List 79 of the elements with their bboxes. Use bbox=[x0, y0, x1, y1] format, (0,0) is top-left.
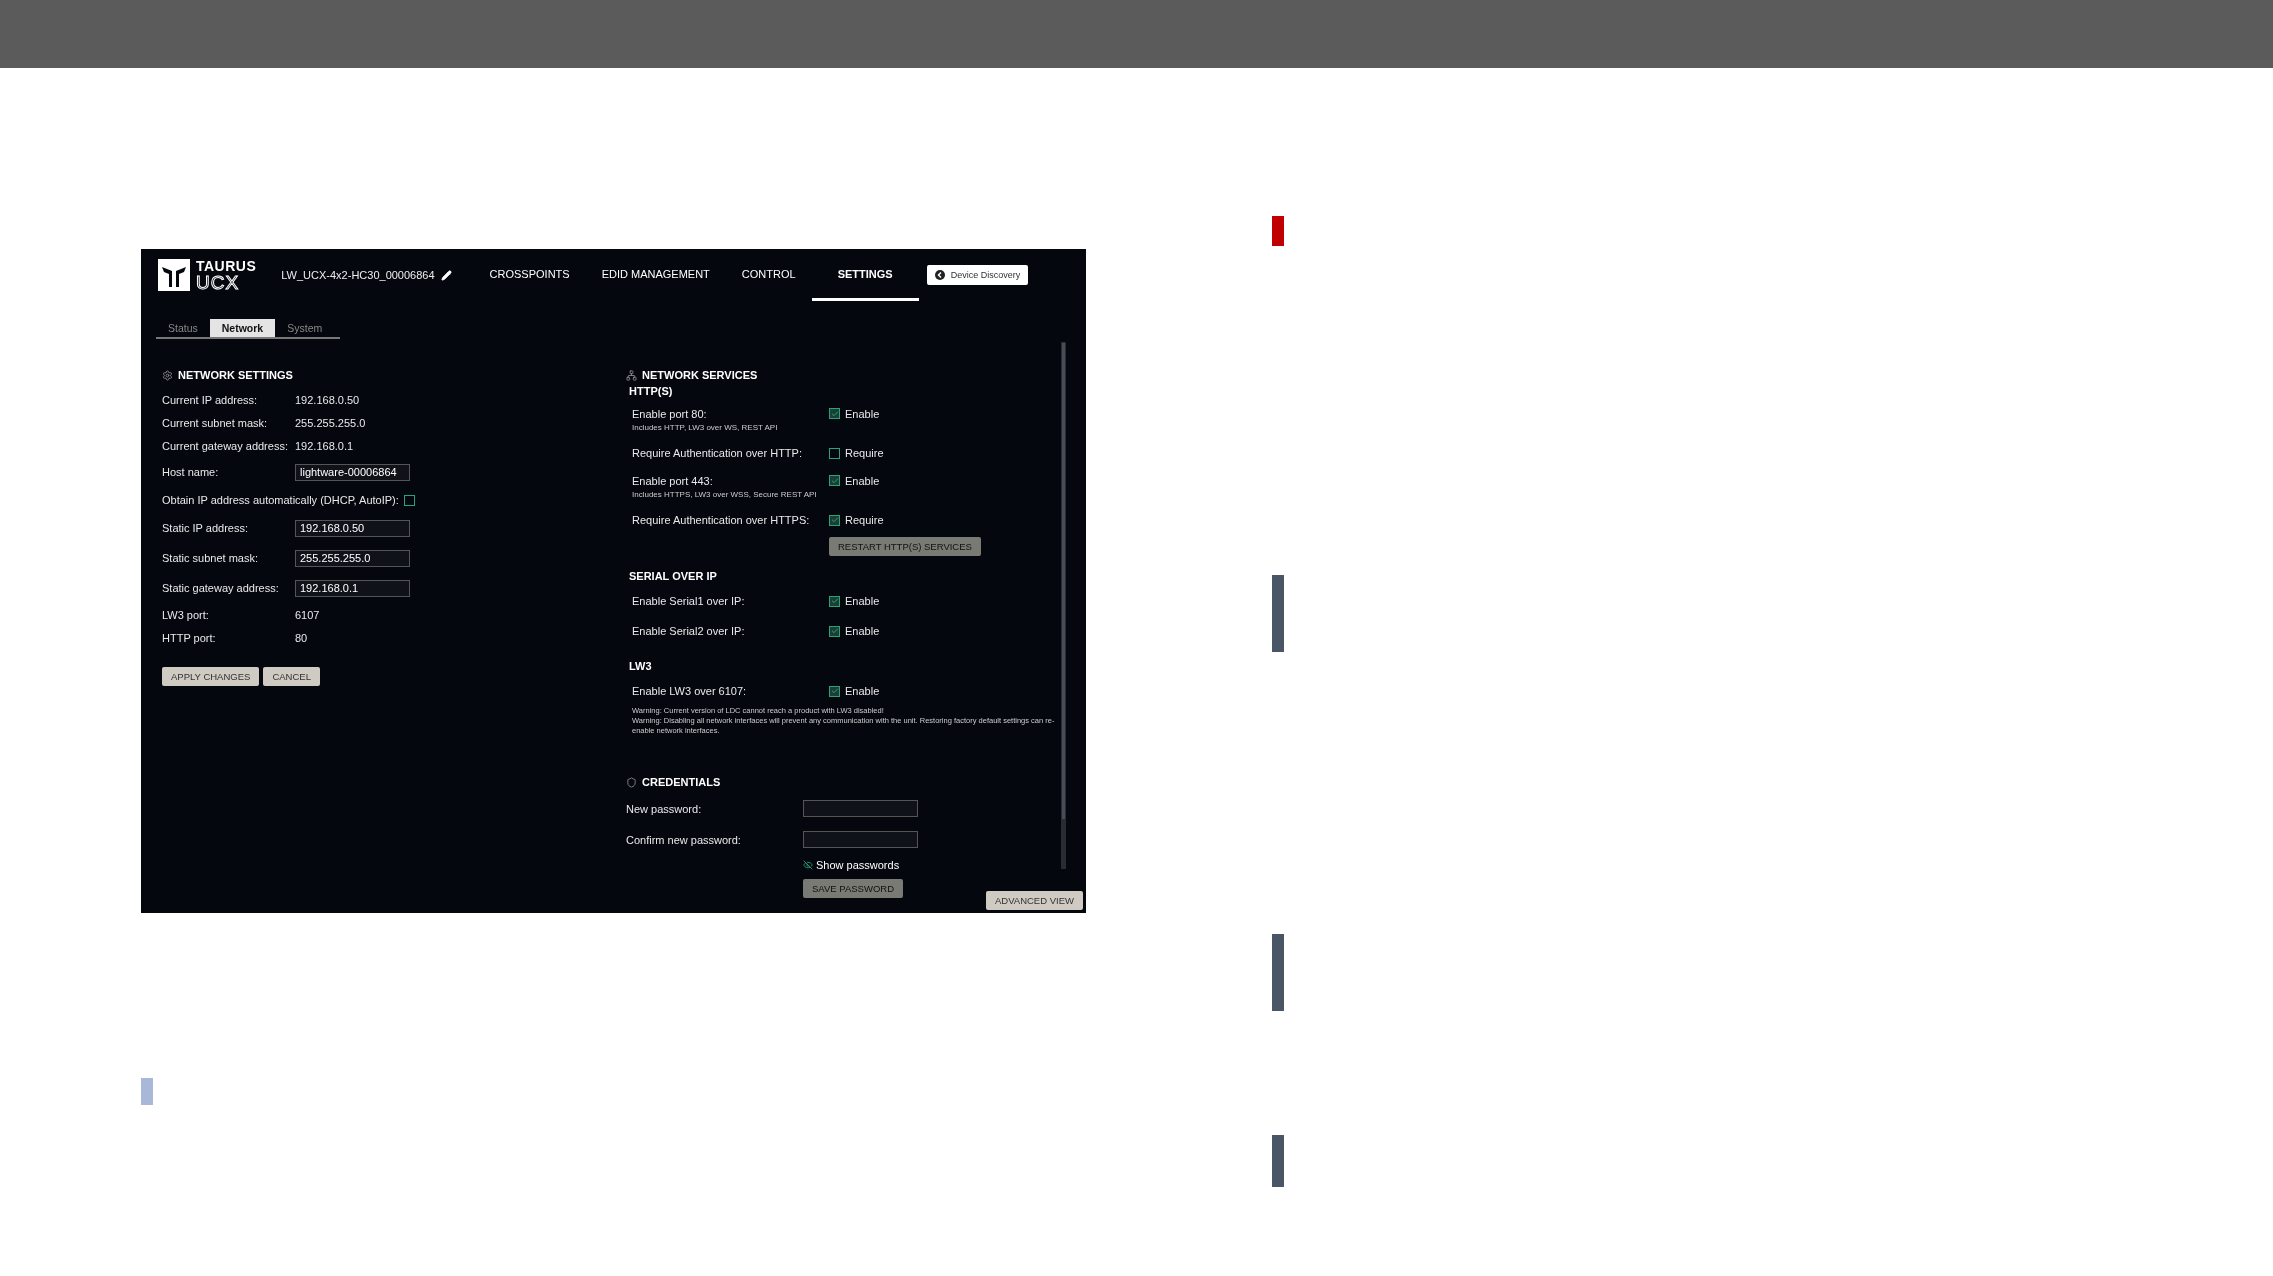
nav-tab[interactable]: SETTINGS bbox=[811, 249, 919, 301]
field-value: 255.255.255.0 bbox=[295, 416, 366, 429]
field-label: Confirm new password: bbox=[626, 833, 742, 846]
checkbox-label: Enable bbox=[845, 407, 880, 420]
checkbox[interactable] bbox=[829, 447, 840, 459]
field-label: Current IP address: bbox=[162, 393, 259, 406]
logo-text: TAURUS bbox=[196, 258, 257, 273]
option-note: Includes HTTP, LW3 over WS, REST API bbox=[632, 423, 779, 432]
checkbox-label: Enable bbox=[845, 625, 880, 637]
field-label: LW3 port: bbox=[162, 608, 210, 621]
checkbox[interactable] bbox=[829, 514, 840, 526]
action-button[interactable]: APPLY CHANGES bbox=[162, 667, 260, 686]
checkbox[interactable] bbox=[403, 494, 415, 506]
checkbox-label: Enable bbox=[845, 595, 880, 607]
input-field[interactable]: 192.168.0.1 bbox=[295, 579, 410, 597]
checkbox-label: Enable bbox=[845, 685, 880, 697]
field-label: Static IP address: bbox=[162, 522, 249, 534]
checkbox[interactable] bbox=[829, 685, 840, 697]
field-value: 80 bbox=[295, 631, 308, 644]
field-label: Current subnet mask: bbox=[162, 416, 269, 429]
advanced-view-button[interactable]: ADVANCED VIEW bbox=[986, 891, 1083, 910]
checkbox[interactable] bbox=[829, 625, 840, 637]
group-title: HTTP(S) bbox=[629, 385, 674, 397]
checkbox[interactable] bbox=[829, 408, 840, 419]
section-title: NETWORK SERVICES bbox=[642, 369, 758, 381]
group-title: LW3 bbox=[629, 660, 653, 672]
option-label: Enable Serial1 over IP: bbox=[632, 595, 746, 607]
field-label: Current gateway address: bbox=[162, 439, 289, 452]
password-field[interactable] bbox=[803, 800, 918, 818]
nav-tab[interactable]: CROSSPOINTS bbox=[473, 249, 586, 301]
device-discovery-button[interactable]: Device Discovery bbox=[926, 265, 1029, 285]
section-marker bbox=[1272, 1135, 1284, 1187]
checkbox[interactable] bbox=[829, 475, 840, 486]
input-field[interactable]: 255.255.255.0 bbox=[295, 549, 410, 567]
option-label: Require Authentication over HTTPS: bbox=[632, 514, 811, 526]
logo-text: UCX bbox=[196, 272, 241, 292]
checkbox[interactable] bbox=[829, 595, 840, 607]
shield-icon bbox=[626, 776, 637, 788]
logo-icon bbox=[158, 259, 190, 291]
sub-tab[interactable]: Status bbox=[156, 319, 210, 337]
option-label: Enable port 443: bbox=[632, 474, 714, 487]
input-field[interactable]: lightware-00006864 bbox=[295, 463, 410, 481]
field-label: Obtain IP address automatically (DHCP, AutoIP): bbox=[162, 494, 399, 506]
section-marker bbox=[141, 1078, 153, 1105]
sub-tab[interactable]: System bbox=[275, 319, 335, 337]
eye-off-icon bbox=[803, 860, 813, 871]
option-label: Enable port 80: bbox=[632, 407, 708, 420]
input-field[interactable]: 192.168.0.50 bbox=[295, 519, 410, 537]
field-value: 192.168.0.1 bbox=[295, 439, 354, 452]
scrollbar[interactable] bbox=[1061, 342, 1066, 869]
device-name: LW_UCX-4x2-HC30_00006864 bbox=[281, 269, 435, 281]
section-marker bbox=[1272, 216, 1284, 246]
option-label: Enable LW3 over 6107: bbox=[632, 685, 748, 697]
action-button[interactable]: CANCEL bbox=[263, 667, 320, 686]
field-value: 6107 bbox=[295, 608, 320, 621]
field-label: HTTP port: bbox=[162, 631, 217, 644]
gear-icon bbox=[162, 369, 173, 381]
network-icon bbox=[626, 369, 637, 381]
back-icon bbox=[934, 270, 945, 280]
show-passwords-toggle[interactable]: Show passwords bbox=[803, 859, 1061, 872]
password-field[interactable] bbox=[803, 831, 918, 849]
edit-icon[interactable] bbox=[440, 269, 452, 281]
nav-tab[interactable]: CONTROL bbox=[725, 249, 812, 301]
nav-tab[interactable]: EDID MANAGEMENT bbox=[585, 249, 726, 301]
group-title: SERIAL OVER IP bbox=[629, 570, 718, 582]
checkbox-label: Enable bbox=[845, 474, 880, 487]
section-title: CREDENTIALS bbox=[642, 776, 721, 789]
option-note: Includes HTTPS, LW3 over WSS, Secure REST API bbox=[632, 490, 818, 499]
field-value: 192.168.0.50 bbox=[295, 393, 360, 406]
checkbox-label: Require bbox=[845, 514, 884, 526]
option-label: Require Authentication over HTTP: bbox=[632, 447, 803, 459]
section-title: NETWORK SETTINGS bbox=[178, 369, 293, 381]
field-label: Host name: bbox=[162, 466, 220, 478]
field-label: Static subnet mask: bbox=[162, 552, 259, 564]
sub-tab[interactable]: Network bbox=[209, 319, 276, 337]
field-label: New password: bbox=[626, 802, 703, 815]
option-label: Enable Serial2 over IP: bbox=[632, 625, 746, 637]
field-label: Static gateway address: bbox=[162, 582, 280, 594]
checkbox-label: Require bbox=[845, 447, 884, 459]
